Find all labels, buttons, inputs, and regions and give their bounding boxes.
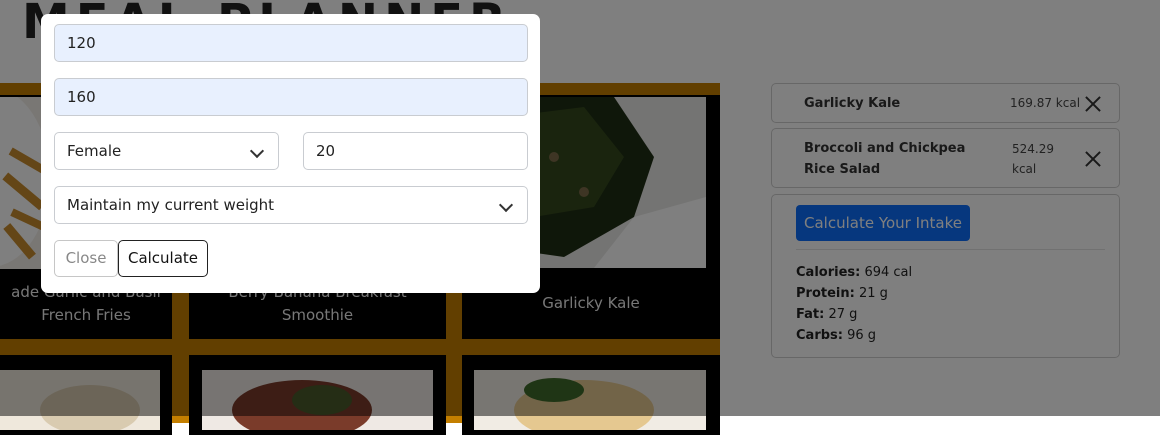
gender-select-value: Female <box>67 142 122 160</box>
goal-select[interactable]: Maintain my current weight <box>54 186 528 224</box>
gender-select[interactable]: Female <box>54 132 279 170</box>
age-input[interactable]: 20 <box>303 132 528 170</box>
chevron-down-icon <box>498 197 514 213</box>
chevron-down-icon <box>249 143 265 159</box>
page: MEAL PLANNER a ade Garlic and Basil Fren… <box>0 0 1160 435</box>
close-button[interactable]: Close <box>54 240 118 277</box>
goal-select-value: Maintain my current weight <box>67 196 275 214</box>
intake-calculator-modal: 120 160 Female 20 Maintain my current we… <box>41 14 540 293</box>
weight-input[interactable]: 160 <box>54 78 528 116</box>
height-input[interactable]: 120 <box>54 24 528 62</box>
calculate-button[interactable]: Calculate <box>118 240 208 277</box>
